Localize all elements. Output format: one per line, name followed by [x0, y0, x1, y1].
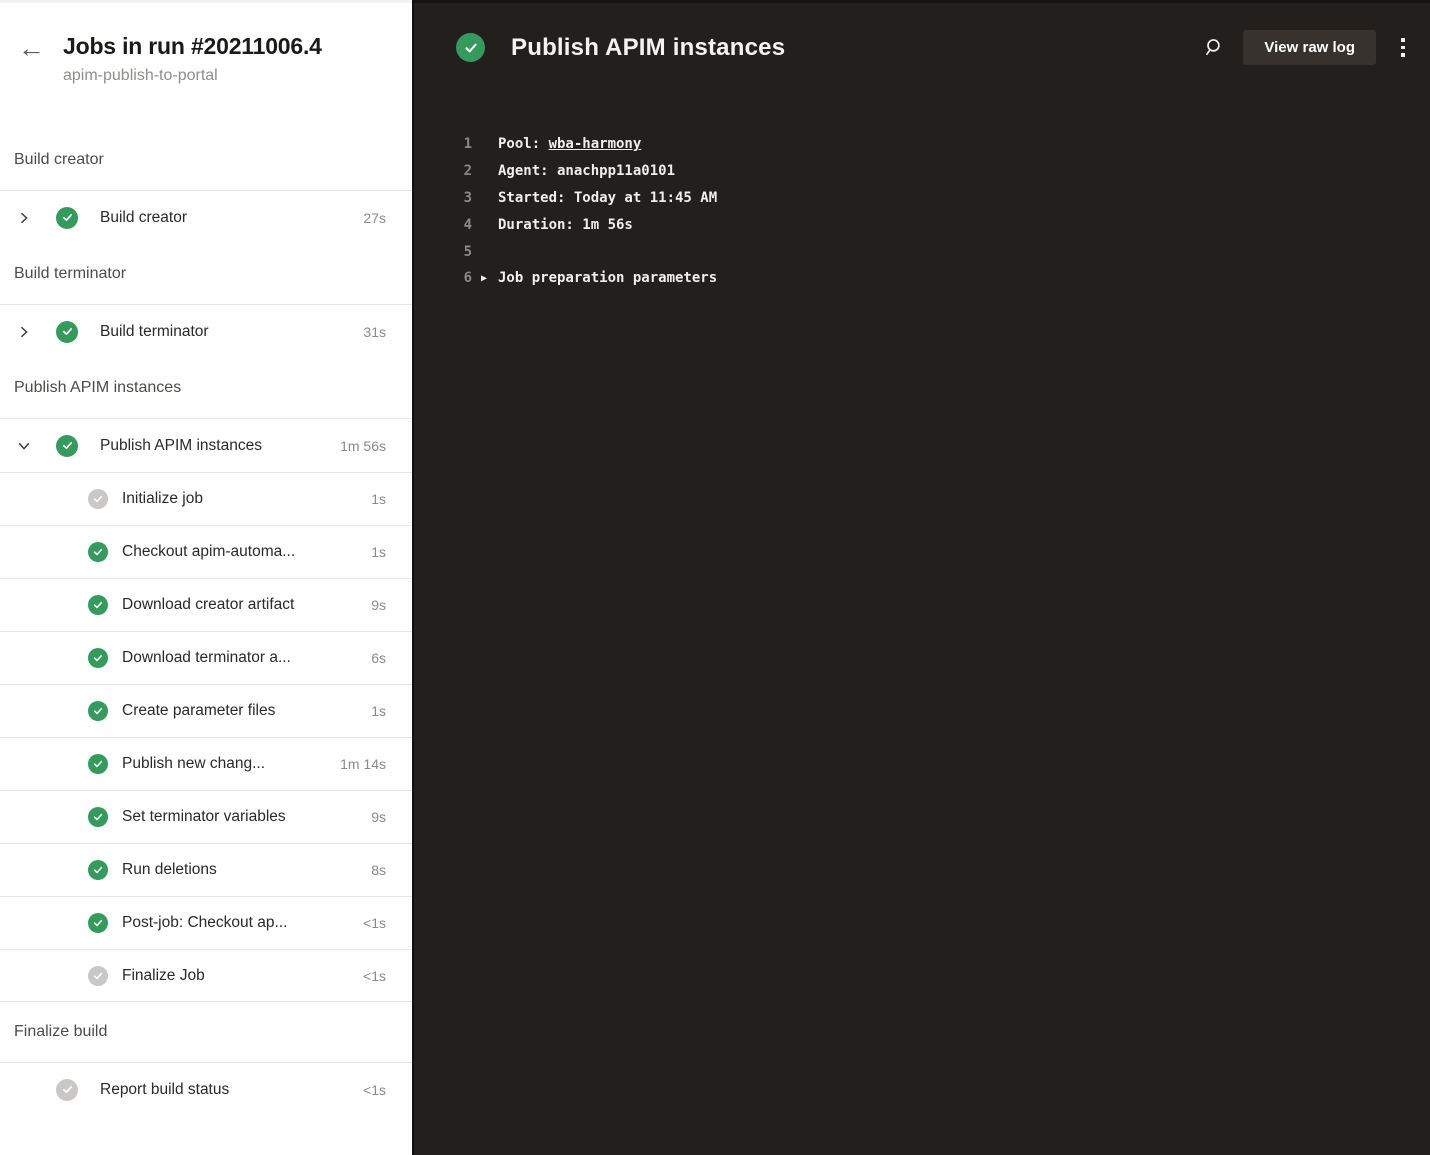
step-row-download-terminator[interactable]: Download terminator a... 6s	[0, 631, 412, 684]
line-number[interactable]: 6	[456, 270, 472, 286]
kebab-menu-icon[interactable]	[1390, 33, 1416, 63]
step-row-create-parameter-files[interactable]: Create parameter files 1s	[0, 684, 412, 737]
success-icon	[88, 807, 108, 827]
step-name: Download creator artifact	[122, 596, 294, 614]
job-row-report-build-status[interactable]: Report build status <1s	[0, 1063, 412, 1116]
log-text: Agent: anachpp11a0101	[498, 163, 675, 179]
step-row-publish-new-changes[interactable]: Publish new chang... 1m 14s	[0, 737, 412, 790]
job-duration: 27s	[363, 210, 386, 226]
log-text: Pool: wba-harmony	[498, 136, 641, 152]
log-panel-header: Publish APIM instances View raw log	[414, 3, 1430, 65]
step-name: Set terminator variables	[122, 808, 286, 826]
step-name: Finalize Job	[122, 967, 205, 985]
success-icon	[88, 595, 108, 615]
step-duration: 1s	[371, 491, 386, 507]
step-row-finalize-job[interactable]: Finalize Job <1s	[0, 949, 412, 1002]
line-number[interactable]: 3	[456, 190, 472, 206]
log-text: Duration: 1m 56s	[498, 217, 633, 233]
success-icon	[88, 701, 108, 721]
line-number[interactable]: 4	[456, 217, 472, 233]
stage-label-finalize-build: Finalize build	[0, 1002, 412, 1063]
job-name: Build creator	[100, 209, 187, 227]
stage-label-publish-apim: Publish APIM instances	[0, 358, 412, 419]
step-name: Run deletions	[122, 861, 217, 879]
step-duration: 1s	[371, 544, 386, 560]
success-icon	[88, 648, 108, 668]
step-row-checkout[interactable]: Checkout apim-automa... 1s	[0, 525, 412, 578]
step-row-download-creator[interactable]: Download creator artifact 9s	[0, 578, 412, 631]
success-icon	[88, 913, 108, 933]
line-number[interactable]: 1	[456, 136, 472, 152]
success-icon	[56, 435, 78, 457]
step-duration: 1s	[371, 703, 386, 719]
pool-link[interactable]: wba-harmony	[549, 136, 642, 152]
chevron-right-icon[interactable]	[14, 322, 34, 342]
step-name: Create parameter files	[122, 702, 275, 720]
log-text: Job preparation parameters	[498, 270, 717, 286]
back-arrow-icon[interactable]: ←	[18, 33, 63, 63]
success-icon	[456, 33, 485, 62]
job-duration: <1s	[363, 1082, 386, 1098]
pipeline-name: apim-publish-to-portal	[63, 67, 400, 85]
log-line-collapsible-group[interactable]: 6 ▶ Job preparation parameters	[456, 265, 1410, 292]
step-row-run-deletions[interactable]: Run deletions 8s	[0, 843, 412, 896]
stage-label-build-creator: Build creator	[0, 130, 412, 191]
success-icon	[88, 542, 108, 562]
page-title: Jobs in run #20211006.4	[63, 33, 400, 60]
line-number[interactable]: 2	[456, 163, 472, 179]
step-duration: 6s	[371, 650, 386, 666]
step-row-set-terminator-variables[interactable]: Set terminator variables 9s	[0, 790, 412, 843]
job-row-publish-apim[interactable]: Publish APIM instances 1m 56s	[0, 419, 412, 472]
sidebar-header: ← Jobs in run #20211006.4 apim-publish-t…	[0, 3, 412, 130]
step-name: Checkout apim-automa...	[122, 543, 295, 561]
job-name: Publish APIM instances	[100, 437, 262, 455]
step-name: Initialize job	[122, 490, 203, 508]
view-raw-log-button[interactable]: View raw log	[1243, 30, 1376, 65]
chevron-right-icon[interactable]	[14, 208, 34, 228]
success-icon	[56, 207, 78, 229]
job-row-build-creator[interactable]: Build creator 27s	[0, 191, 412, 244]
step-row-initialize-job[interactable]: Initialize job 1s	[0, 472, 412, 525]
job-duration: 31s	[363, 324, 386, 340]
log-text: Started: Today at 11:45 AM	[498, 190, 717, 206]
log-panel: Publish APIM instances View raw log 1 Po…	[412, 0, 1430, 1155]
job-name: Report build status	[100, 1081, 229, 1099]
skipped-icon	[88, 489, 108, 509]
log-line: 1 Pool: wba-harmony	[456, 131, 1410, 158]
search-icon[interactable]	[1197, 31, 1231, 65]
step-duration: 9s	[371, 597, 386, 613]
step-duration: 8s	[371, 862, 386, 878]
step-duration: <1s	[363, 915, 386, 931]
step-duration: 9s	[371, 809, 386, 825]
job-row-build-terminator[interactable]: Build terminator 31s	[0, 305, 412, 358]
success-icon	[88, 860, 108, 880]
job-name: Build terminator	[100, 323, 209, 341]
log-line: 3 Started: Today at 11:45 AM	[456, 185, 1410, 212]
step-duration: <1s	[363, 968, 386, 984]
log-viewer: 1 Pool: wba-harmony 2 Agent: anachpp11a0…	[456, 131, 1410, 292]
log-line: 4 Duration: 1m 56s	[456, 211, 1410, 238]
success-icon	[88, 754, 108, 774]
step-name: Publish new chang...	[122, 755, 265, 773]
step-name: Post-job: Checkout ap...	[122, 914, 287, 932]
step-row-post-job-checkout[interactable]: Post-job: Checkout ap... <1s	[0, 896, 412, 949]
expand-triangle-icon[interactable]: ▶	[472, 273, 498, 284]
chevron-down-icon[interactable]	[14, 436, 34, 456]
stage-label-build-terminator: Build terminator	[0, 244, 412, 305]
log-panel-title: Publish APIM instances	[511, 34, 785, 62]
step-list: Initialize job 1s Checkout apim-automa..…	[0, 472, 412, 1002]
log-line: 5	[456, 238, 1410, 265]
log-line: 2 Agent: anachpp11a0101	[456, 158, 1410, 185]
step-name: Download terminator a...	[122, 649, 291, 667]
success-icon	[56, 321, 78, 343]
line-number[interactable]: 5	[456, 244, 472, 260]
skipped-icon	[56, 1079, 78, 1101]
jobs-sidebar: ← Jobs in run #20211006.4 apim-publish-t…	[0, 0, 412, 1155]
job-duration: 1m 56s	[340, 438, 386, 454]
step-duration: 1m 14s	[340, 756, 386, 772]
skipped-icon	[88, 966, 108, 986]
